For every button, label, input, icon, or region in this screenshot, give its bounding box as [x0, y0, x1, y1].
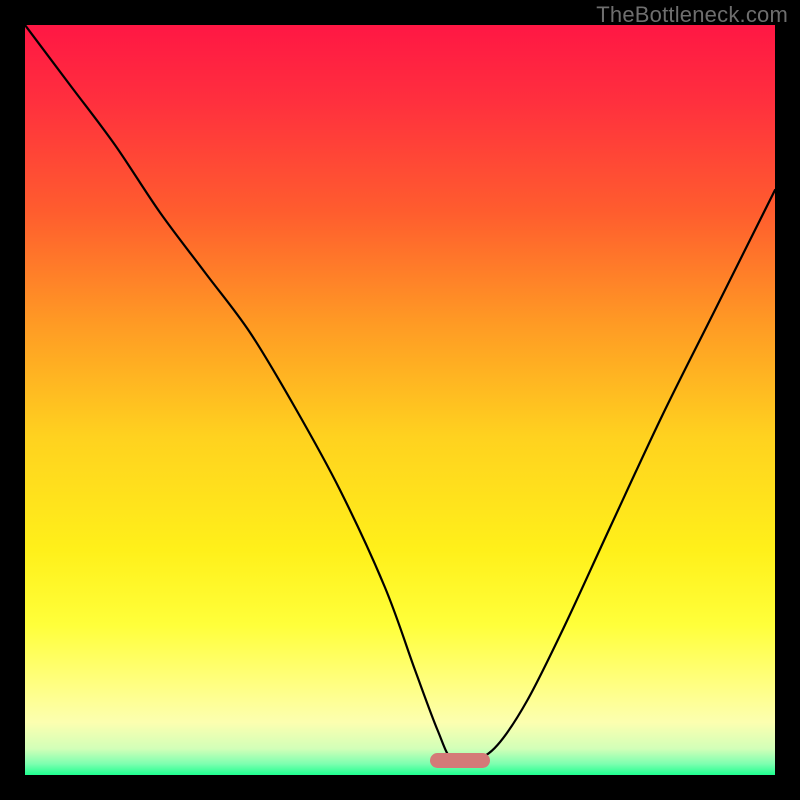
optimal-zone-marker [430, 753, 490, 768]
chart-stage: TheBottleneck.com [0, 0, 800, 800]
plot-area [25, 25, 775, 775]
bottleneck-curve [25, 25, 775, 775]
